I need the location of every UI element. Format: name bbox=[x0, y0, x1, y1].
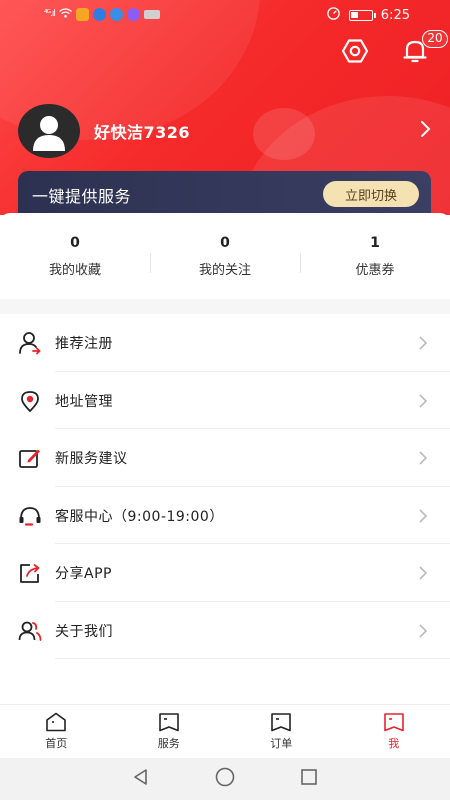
stat-following[interactable]: 0 我的关注 bbox=[150, 235, 300, 278]
menu-item-label: 地址管理 bbox=[55, 393, 113, 410]
signal-indicator: ⁴ᴳ.ıl bbox=[44, 9, 56, 19]
menu-item-about-us[interactable]: 关于我们 bbox=[0, 602, 450, 659]
menu-item-referral[interactable]: 推荐注册 bbox=[0, 314, 450, 372]
headset-icon bbox=[18, 504, 42, 528]
settings-icon bbox=[341, 39, 369, 63]
stat-count: 1 bbox=[370, 234, 380, 251]
stat-count: 0 bbox=[70, 234, 80, 251]
stat-coupons[interactable]: 1 优惠券 bbox=[300, 235, 450, 278]
menu-item-customer-service[interactable]: 客服中心（9:00-19:00） bbox=[0, 487, 450, 544]
chevron-right-icon bbox=[418, 335, 428, 355]
recent-apps-icon[interactable] bbox=[299, 767, 319, 791]
location-icon bbox=[18, 389, 42, 413]
me-icon bbox=[383, 713, 404, 732]
notification-badge: 20 bbox=[422, 30, 448, 48]
stat-count: 0 bbox=[220, 234, 230, 251]
tab-label: 订单 bbox=[270, 737, 293, 750]
switch-card-title: 一键提供服务 bbox=[32, 187, 132, 206]
bottom-tab-bar: 首页 服务 订单 我 bbox=[0, 704, 450, 758]
app-notification-icon bbox=[75, 7, 89, 21]
chevron-right-icon bbox=[418, 450, 428, 470]
user-arrow-icon bbox=[18, 331, 42, 355]
avatar[interactable] bbox=[18, 104, 80, 158]
tab-label: 首页 bbox=[45, 737, 68, 750]
stat-label: 优惠券 bbox=[355, 262, 395, 278]
chevron-right-icon bbox=[418, 508, 428, 528]
app-notification-icon bbox=[143, 9, 160, 19]
chevron-right-icon bbox=[420, 120, 432, 142]
telegram-icon bbox=[109, 7, 123, 21]
app-notification-icon bbox=[92, 7, 106, 21]
back-icon[interactable] bbox=[131, 767, 151, 791]
system-navigation-bar bbox=[0, 758, 450, 800]
menu-item-label: 关于我们 bbox=[55, 623, 113, 640]
edit-icon bbox=[18, 446, 42, 470]
battery-icon bbox=[348, 10, 376, 21]
profile-row[interactable]: 好快洁7326 bbox=[18, 104, 432, 158]
menu-item-address[interactable]: 地址管理 bbox=[0, 372, 450, 429]
tab-home[interactable]: 首页 bbox=[0, 705, 113, 758]
tab-orders[interactable]: 订单 bbox=[225, 705, 338, 758]
stats-panel: 0 我的收藏 0 我的关注 1 优惠券 bbox=[0, 213, 450, 299]
settings-button[interactable] bbox=[340, 36, 370, 66]
username: 好快洁7326 bbox=[94, 123, 191, 142]
users-icon bbox=[18, 619, 42, 643]
tab-services[interactable]: 服务 bbox=[113, 705, 226, 758]
menu-item-share-app[interactable]: 分享APP bbox=[0, 544, 450, 602]
settings-menu: 推荐注册 地址管理 新服务建议 客服中心（9:00-19:00） 分享APP 关… bbox=[0, 314, 450, 659]
menu-item-label: 客服中心（9:00-19:00） bbox=[55, 508, 224, 525]
orders-icon bbox=[271, 713, 292, 732]
home-icon bbox=[46, 712, 67, 732]
wifi-icon bbox=[58, 7, 72, 21]
tab-me[interactable]: 我 bbox=[338, 705, 450, 758]
status-bar: ⁴ᴳ.ıl 6:25 bbox=[0, 0, 450, 28]
services-icon bbox=[158, 713, 179, 732]
chevron-right-icon bbox=[418, 623, 428, 643]
chevron-right-icon bbox=[418, 565, 428, 585]
stat-label: 我的收藏 bbox=[48, 262, 101, 278]
share-icon bbox=[18, 561, 42, 585]
switch-now-button[interactable]: 立即切换 bbox=[323, 181, 419, 207]
menu-item-label: 分享APP bbox=[55, 566, 112, 582]
tab-label: 我 bbox=[388, 737, 400, 750]
home-circle-icon[interactable] bbox=[214, 766, 236, 792]
chevron-right-icon bbox=[418, 393, 428, 413]
stat-favorites[interactable]: 0 我的收藏 bbox=[0, 235, 150, 278]
menu-item-label: 推荐注册 bbox=[55, 336, 113, 352]
service-switch-card: 一键提供服务 立即切换 bbox=[18, 171, 431, 215]
notifications-button[interactable]: 20 bbox=[400, 30, 448, 66]
profile-header: ⁴ᴳ.ıl 6:25 20 好快洁7326 一键提供服务 立即切换 bbox=[0, 0, 450, 215]
clock: 6:25 bbox=[380, 8, 410, 23]
tab-label: 服务 bbox=[157, 737, 180, 750]
app-notification-icon bbox=[126, 7, 140, 21]
data-saver-icon bbox=[326, 6, 341, 25]
default-avatar-icon bbox=[33, 116, 65, 151]
menu-item-label: 新服务建议 bbox=[55, 451, 128, 467]
stat-label: 我的关注 bbox=[198, 262, 251, 278]
menu-item-suggestion[interactable]: 新服务建议 bbox=[0, 429, 450, 487]
